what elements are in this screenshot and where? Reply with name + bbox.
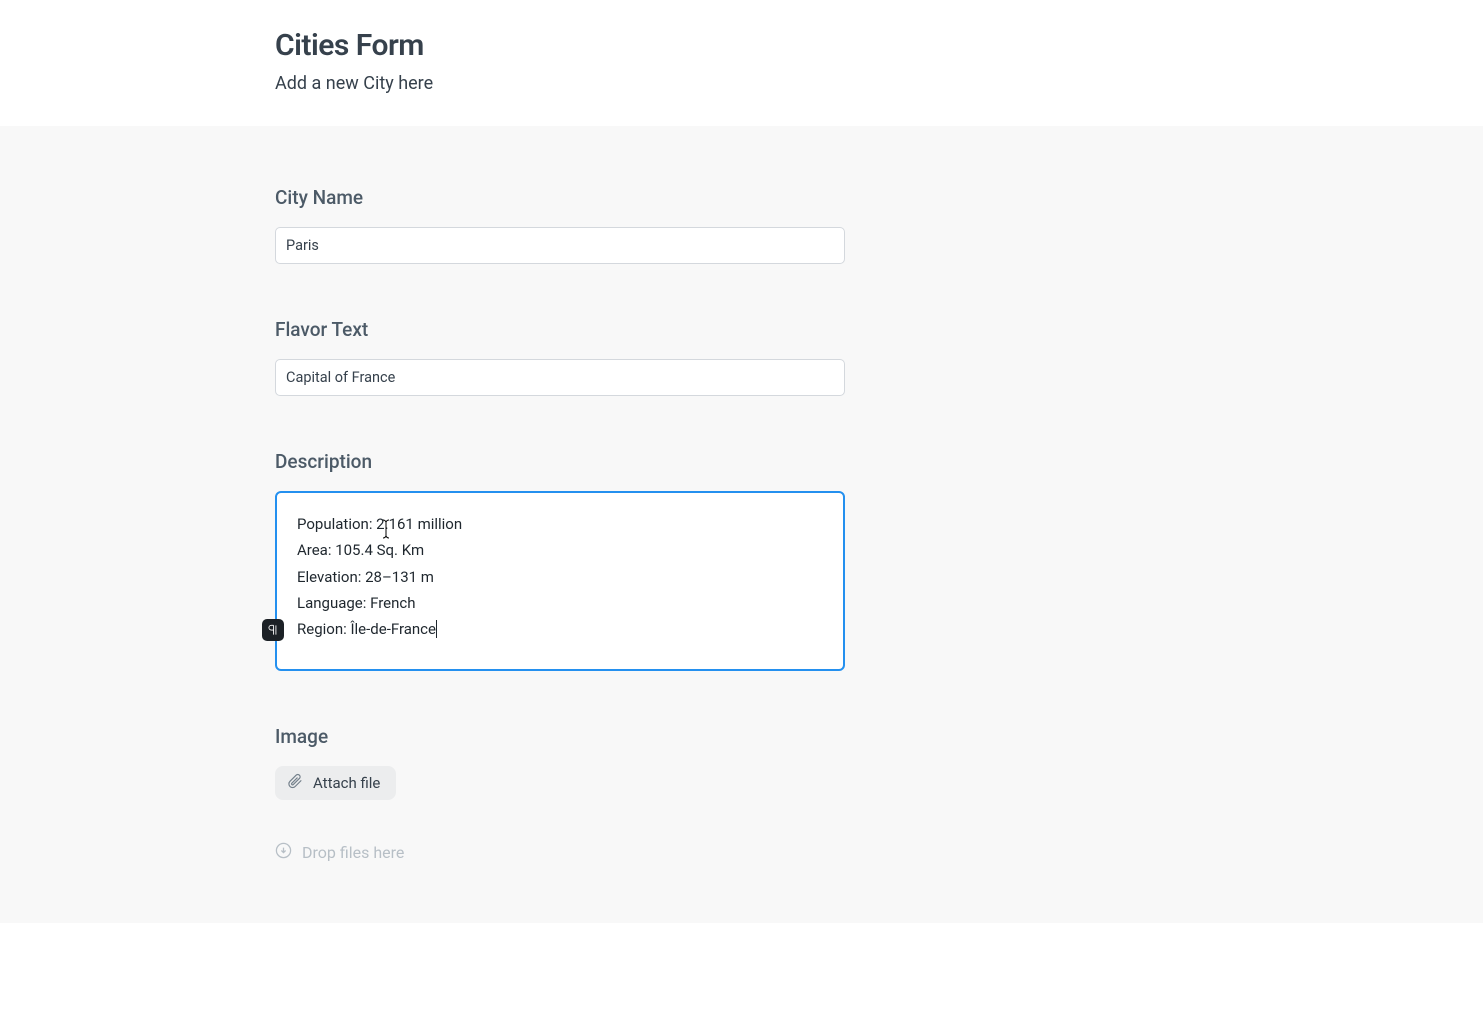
city-name-input[interactable] (275, 227, 845, 264)
attach-file-button[interactable]: Attach file (275, 766, 396, 800)
page-title: Cities Form (275, 28, 845, 63)
field-group-image: Image Attach file Drop files here (275, 725, 845, 863)
page-subtitle: Add a new City here (275, 73, 845, 94)
flavor-text-label: Flavor Text (275, 318, 845, 341)
city-name-label: City Name (275, 186, 845, 209)
field-group-city-name: City Name (275, 186, 845, 264)
form-area: City Name Flavor Text Description Popula… (0, 126, 1483, 923)
description-label: Description (275, 450, 845, 473)
field-group-description: Description Population: 2.161 millionAre… (275, 450, 845, 671)
attach-file-label: Attach file (313, 774, 380, 792)
paragraph-icon[interactable] (262, 619, 284, 641)
paperclip-icon (287, 773, 303, 793)
drop-files-text: Drop files here (302, 843, 404, 862)
flavor-text-input[interactable] (275, 359, 845, 396)
field-group-flavor-text: Flavor Text (275, 318, 845, 396)
description-editor[interactable]: Population: 2.161 millionArea: 105.4 Sq.… (275, 491, 845, 671)
download-circle-icon (275, 842, 292, 863)
image-label: Image (275, 725, 845, 748)
drop-files-hint: Drop files here (275, 842, 845, 863)
